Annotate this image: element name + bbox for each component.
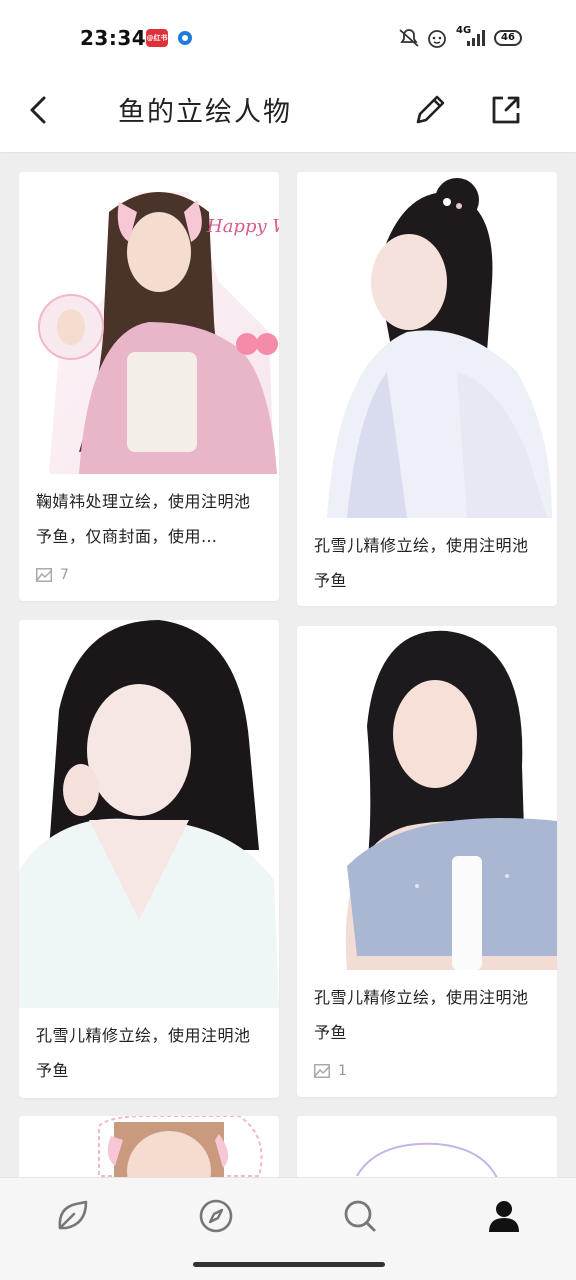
share-export-icon[interactable]	[486, 90, 526, 130]
card-title[interactable]: 鞠婧祎处理立绘，使用注明池予鱼，仅商封面，使用…	[36, 484, 265, 554]
pencil-icon[interactable]	[410, 90, 450, 130]
card-title[interactable]: 孔雪儿精修立绘，使用注明池予鱼	[314, 980, 543, 1050]
portrait-image	[297, 172, 557, 518]
gesture-area	[0, 1257, 576, 1280]
status-bar: 23:34 @红书 4G 46	[0, 0, 576, 72]
card-image[interactable]	[19, 620, 279, 1008]
red-app-badge-icon: @红书	[146, 29, 168, 47]
signal-icon	[467, 30, 485, 46]
profile-icon[interactable]	[484, 1196, 524, 1236]
portrait-image	[19, 620, 279, 1008]
card-image[interactable]	[297, 172, 557, 518]
card-image[interactable]	[297, 626, 557, 970]
chevron-left-icon[interactable]	[22, 92, 58, 128]
card-meta: 7	[36, 565, 69, 585]
top-bar: 鱼的立绘人物	[0, 72, 576, 152]
blue-app-notification-icon	[178, 31, 192, 45]
home-indicator[interactable]	[193, 1262, 385, 1267]
bottom-navigation	[0, 1177, 576, 1258]
battery-icon: 46	[494, 30, 522, 46]
card-title[interactable]: 孔雪儿精修立绘，使用注明池予鱼	[314, 528, 543, 598]
mute-icon	[399, 29, 419, 47]
pet-face-icon	[428, 30, 446, 48]
card-meta: 1	[314, 1061, 347, 1081]
women-day-lettering: Happy Women's Day	[206, 216, 279, 237]
image-count: 1	[338, 1063, 347, 1079]
portrait-image: Happy Women's Day	[19, 172, 279, 474]
card-title[interactable]: 孔雪儿精修立绘，使用注明池予鱼	[36, 1018, 265, 1088]
card-1[interactable]: Happy Women's Day 鞠婧祎处理立绘，使用注明池予鱼，仅商封面，使…	[19, 172, 279, 601]
leaf-icon[interactable]	[52, 1196, 92, 1236]
search-icon[interactable]	[340, 1196, 380, 1236]
card-2[interactable]: 孔雪儿精修立绘，使用注明池予鱼	[297, 172, 557, 606]
portrait-image	[297, 626, 557, 970]
card-3[interactable]: 孔雪儿精修立绘，使用注明池予鱼	[19, 620, 279, 1098]
image-count: 7	[60, 567, 69, 583]
image-icon	[314, 1064, 330, 1078]
page-title: 鱼的立绘人物	[118, 97, 292, 128]
status-time: 23:34	[80, 26, 147, 50]
card-4[interactable]: 孔雪儿精修立绘，使用注明池予鱼 1	[297, 626, 557, 1097]
card-image[interactable]: Happy Women's Day	[19, 172, 279, 474]
image-icon	[36, 568, 52, 582]
compass-icon[interactable]	[196, 1196, 236, 1236]
